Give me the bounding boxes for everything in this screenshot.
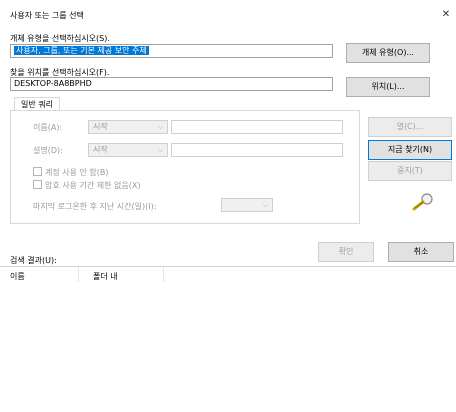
days-since-logon-combo[interactable]: ⌵ (221, 198, 273, 212)
object-type-value: 사용자, 그룹, 또는 기본 제공 보안 주체 (14, 46, 149, 55)
ok-button[interactable]: 확인 (318, 242, 374, 262)
non-expiring-password-label: 암호 사용 기간 제한 없음(X) (45, 181, 141, 190)
column-header-name[interactable]: 이름 (10, 271, 25, 282)
description-input[interactable] (171, 143, 343, 157)
results-list[interactable] (0, 282, 456, 412)
disabled-accounts-checkbox[interactable] (33, 167, 42, 176)
column-divider (78, 267, 79, 283)
description-combo-value: 시작 (93, 145, 108, 154)
find-now-button[interactable]: 지금 찾기(N) (368, 140, 452, 160)
chevron-down-icon: ⌵ (157, 123, 163, 131)
object-type-label: 개체 유형을 선택하십시오(S). (10, 34, 110, 43)
description-starts-combo[interactable]: 시작 ⌵ (88, 143, 168, 157)
cancel-button[interactable]: 취소 (388, 242, 454, 262)
close-icon[interactable]: ✕ (440, 9, 452, 21)
object-types-button[interactable]: 개체 유형(O)... (346, 43, 430, 63)
column-divider (163, 267, 164, 283)
location-field: DESKTOP-8A8BPHD (10, 77, 333, 91)
name-input[interactable] (171, 120, 343, 134)
description-label: 설명(D): (33, 146, 63, 155)
tab-general-query[interactable]: 일반 쿼리 (14, 97, 60, 111)
query-panel: 이름(A): 시작 ⌵ 설명(D): 시작 ⌵ 계정 사용 안 함(B) 암호 … (10, 110, 360, 224)
disabled-accounts-label: 계정 사용 안 함(B) (45, 168, 109, 177)
name-label: 이름(A): (33, 123, 63, 132)
chevron-down-icon: ⌵ (157, 146, 163, 154)
stop-button[interactable]: 중지(T) (368, 161, 452, 181)
locations-button[interactable]: 위치(L)... (346, 77, 430, 97)
name-starts-combo[interactable]: 시작 ⌵ (88, 120, 168, 134)
search-icon (410, 192, 436, 212)
columns-button[interactable]: 열(C)... (368, 117, 452, 137)
non-expiring-password-checkbox[interactable] (33, 180, 42, 189)
column-header-folder[interactable]: 폴더 내 (93, 271, 118, 282)
window-title: 사용자 또는 그룹 선택 (10, 11, 84, 20)
chevron-down-icon: ⌵ (262, 201, 268, 209)
name-combo-value: 시작 (93, 122, 108, 131)
days-since-logon-label: 마지막 로그온한 후 지난 시간(일)(I): (33, 202, 157, 211)
search-results-label: 검색 결과(U): (10, 256, 57, 265)
title-bar: 사용자 또는 그룹 선택 ✕ (0, 0, 456, 30)
object-type-field: 사용자, 그룹, 또는 기본 제공 보안 주체 (10, 44, 333, 58)
